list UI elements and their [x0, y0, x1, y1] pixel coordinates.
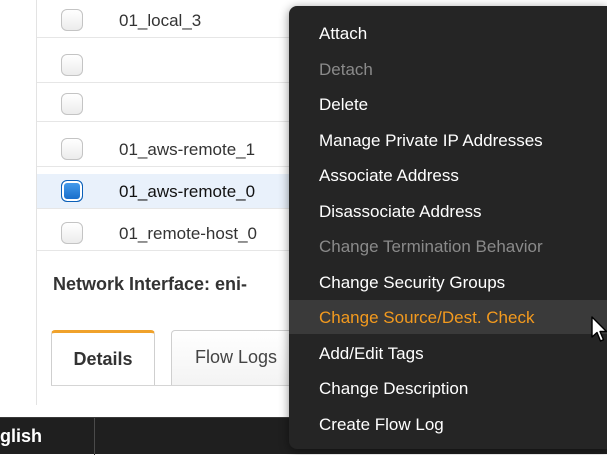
- menu-item-change-source-dest-check[interactable]: Change Source/Dest. Check: [289, 300, 607, 334]
- menu-item-manage-private-ip[interactable]: Manage Private IP Addresses: [289, 123, 607, 157]
- row-name: 01_aws-remote_0: [119, 182, 256, 201]
- row-checkbox[interactable]: [61, 93, 83, 115]
- menu-item-change-termination-behavior: Change Termination Behavior: [319, 237, 543, 256]
- row-checkbox[interactable]: [61, 9, 83, 31]
- menu-item-attach[interactable]: Attach: [289, 16, 607, 50]
- row-checkbox[interactable]: [61, 54, 83, 76]
- menu-item-disassociate-address[interactable]: Disassociate Address: [289, 194, 607, 228]
- actions-context-menu: Attach Detach Delete Manage Private IP A…: [289, 6, 607, 449]
- footer-divider: [94, 418, 95, 455]
- row-name: 01_aws-remote_1: [119, 140, 256, 159]
- menu-item-create-flow-log[interactable]: Create Flow Log: [289, 407, 607, 441]
- menu-item-change-security-groups[interactable]: Change Security Groups: [289, 265, 607, 299]
- menu-item-change-description[interactable]: Change Description: [289, 371, 607, 405]
- menu-item-add-edit-tags[interactable]: Add/Edit Tags: [289, 336, 607, 370]
- menu-item-delete[interactable]: Delete: [289, 87, 607, 121]
- network-interface-title: Network Interface: eni-: [53, 274, 248, 294]
- row-checkbox-checked[interactable]: [61, 180, 83, 202]
- mouse-pointer-icon: [591, 316, 607, 342]
- menu-item-associate-address[interactable]: Associate Address: [289, 158, 607, 192]
- tab-flow-logs[interactable]: Flow Logs: [171, 330, 301, 386]
- row-checkbox[interactable]: [61, 222, 83, 244]
- row-checkbox[interactable]: [61, 138, 83, 160]
- menu-item-detach: Detach: [319, 60, 373, 79]
- tab-details[interactable]: Details: [51, 330, 155, 386]
- language-selector[interactable]: glish: [0, 426, 42, 447]
- row-name: 01_remote-host_0: [119, 224, 257, 243]
- row-name: 01_local_3: [119, 11, 202, 30]
